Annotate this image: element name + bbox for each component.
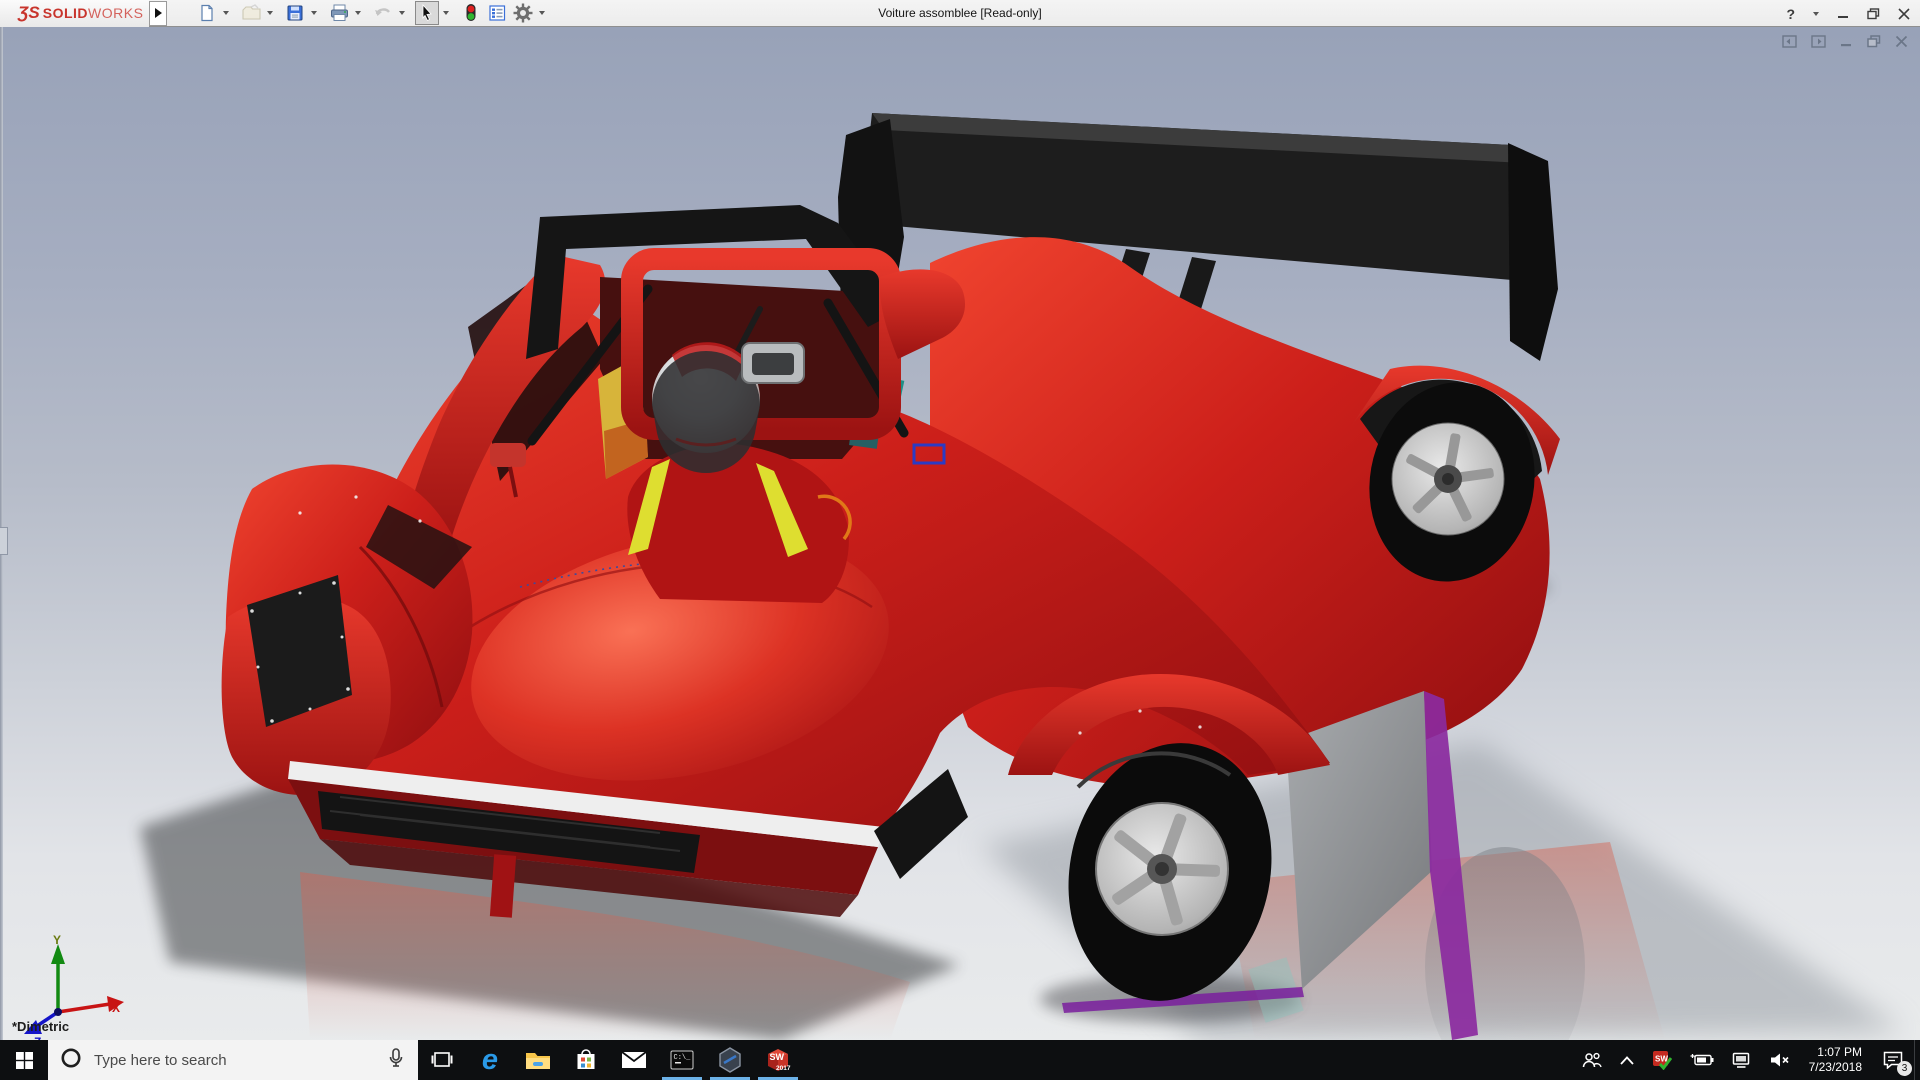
- view-traffic-light-icon[interactable]: [459, 1, 483, 25]
- svg-text:SW: SW: [770, 1052, 785, 1062]
- help-icon[interactable]: ?: [1786, 6, 1795, 22]
- doc-restore-icon[interactable]: [1867, 35, 1881, 53]
- rear-view-mirror: [741, 342, 805, 384]
- quick-toolbar: [195, 1, 553, 25]
- solidworks-tray-icon[interactable]: SW: [1643, 1040, 1681, 1080]
- search-placeholder: Type here to search: [94, 1051, 227, 1069]
- notification-badge: 3: [1897, 1061, 1912, 1076]
- close-icon[interactable]: [1898, 7, 1910, 20]
- options-dropdown[interactable]: [537, 1, 547, 25]
- print-icon[interactable]: [327, 1, 351, 25]
- people-icon[interactable]: [1573, 1040, 1611, 1080]
- system-tray: SW 1:07 PM 7/23/2018 3: [1573, 1040, 1920, 1080]
- new-document-dropdown[interactable]: [221, 1, 231, 25]
- edrawings-icon[interactable]: [706, 1040, 754, 1080]
- command-prompt-icon[interactable]: C:\_: [658, 1040, 706, 1080]
- save-icon[interactable]: [283, 1, 307, 25]
- hidden-icons-chevron[interactable]: [1611, 1040, 1643, 1080]
- 3d-viewport[interactable]: Y X Z *Dimetric: [0, 27, 1920, 1040]
- select-dropdown[interactable]: [441, 1, 451, 25]
- edge-icon[interactable]: e: [466, 1040, 514, 1080]
- undo-dropdown[interactable]: [397, 1, 407, 25]
- play-arrow-icon: [154, 8, 162, 18]
- clock-time: 1:07 PM: [1817, 1045, 1862, 1059]
- open-dropdown[interactable]: [265, 1, 275, 25]
- window-controls: ?: [1786, 0, 1910, 27]
- undo-icon[interactable]: [371, 1, 395, 25]
- svg-text:X: X: [112, 1001, 120, 1015]
- logo-works-text: WORKS: [88, 5, 144, 21]
- restore-icon[interactable]: [1867, 7, 1880, 20]
- file-explorer-icon[interactable]: [514, 1040, 562, 1080]
- power-battery-icon[interactable]: [1681, 1040, 1723, 1080]
- wing-endplate-right: [1508, 143, 1558, 361]
- start-button[interactable]: [0, 1040, 48, 1080]
- task-view-button[interactable]: [418, 1040, 466, 1080]
- store-icon[interactable]: [562, 1040, 610, 1080]
- svg-text:2017: 2017: [776, 1065, 791, 1072]
- app-title-bar: ƷS SOLID WORKS Voiture assomblee [Read-o…: [0, 0, 1920, 27]
- pane-left-icon[interactable]: [1782, 35, 1797, 53]
- new-document-icon[interactable]: [195, 1, 219, 25]
- minimize-icon[interactable]: [1837, 8, 1849, 20]
- clock-date: 7/23/2018: [1808, 1060, 1862, 1074]
- print-dropdown[interactable]: [353, 1, 363, 25]
- doc-close-icon[interactable]: [1895, 35, 1908, 53]
- cortana-icon: [60, 1047, 82, 1074]
- save-dropdown[interactable]: [309, 1, 319, 25]
- network-icon[interactable]: [1723, 1040, 1761, 1080]
- logo-solid-text: SOLID: [42, 5, 89, 21]
- display-properties-icon[interactable]: [485, 1, 509, 25]
- microphone-icon[interactable]: [374, 1047, 418, 1073]
- svg-text:C:\_: C:\_: [674, 1054, 692, 1062]
- open-icon[interactable]: [239, 1, 263, 25]
- svg-text:Y: Y: [53, 933, 61, 947]
- options-gear-icon[interactable]: [511, 1, 535, 25]
- search-input[interactable]: Type here to search: [48, 1040, 418, 1080]
- window-title: Voiture assomblee [Read-only]: [878, 6, 1042, 20]
- dassault-mark: ƷS: [18, 3, 40, 22]
- document-window-controls: [1782, 35, 1908, 53]
- action-center-icon[interactable]: 3: [1872, 1040, 1914, 1080]
- pane-right-icon[interactable]: [1811, 35, 1826, 53]
- menu-expand-button[interactable]: [149, 0, 168, 26]
- select-cursor-icon[interactable]: [415, 1, 440, 25]
- solidworks-2017-icon[interactable]: SW 2017: [754, 1040, 802, 1080]
- solidworks-logo: ƷS SOLID WORKS: [0, 0, 150, 27]
- help-dropdown[interactable]: [1813, 11, 1819, 16]
- mail-icon[interactable]: [610, 1040, 658, 1080]
- windows-taskbar: Type here to search e C:\_ SW 2017 SW 1:…: [0, 1040, 1920, 1080]
- taskbar-clock[interactable]: 1:07 PM 7/23/2018: [1799, 1040, 1872, 1080]
- volume-muted-icon[interactable]: [1761, 1040, 1799, 1080]
- car-model-render[interactable]: Y X Z: [0, 27, 1920, 1040]
- doc-minimize-icon[interactable]: [1840, 35, 1853, 53]
- view-orientation-label: *Dimetric: [12, 1019, 70, 1034]
- show-desktop-button[interactable]: [1914, 1040, 1920, 1080]
